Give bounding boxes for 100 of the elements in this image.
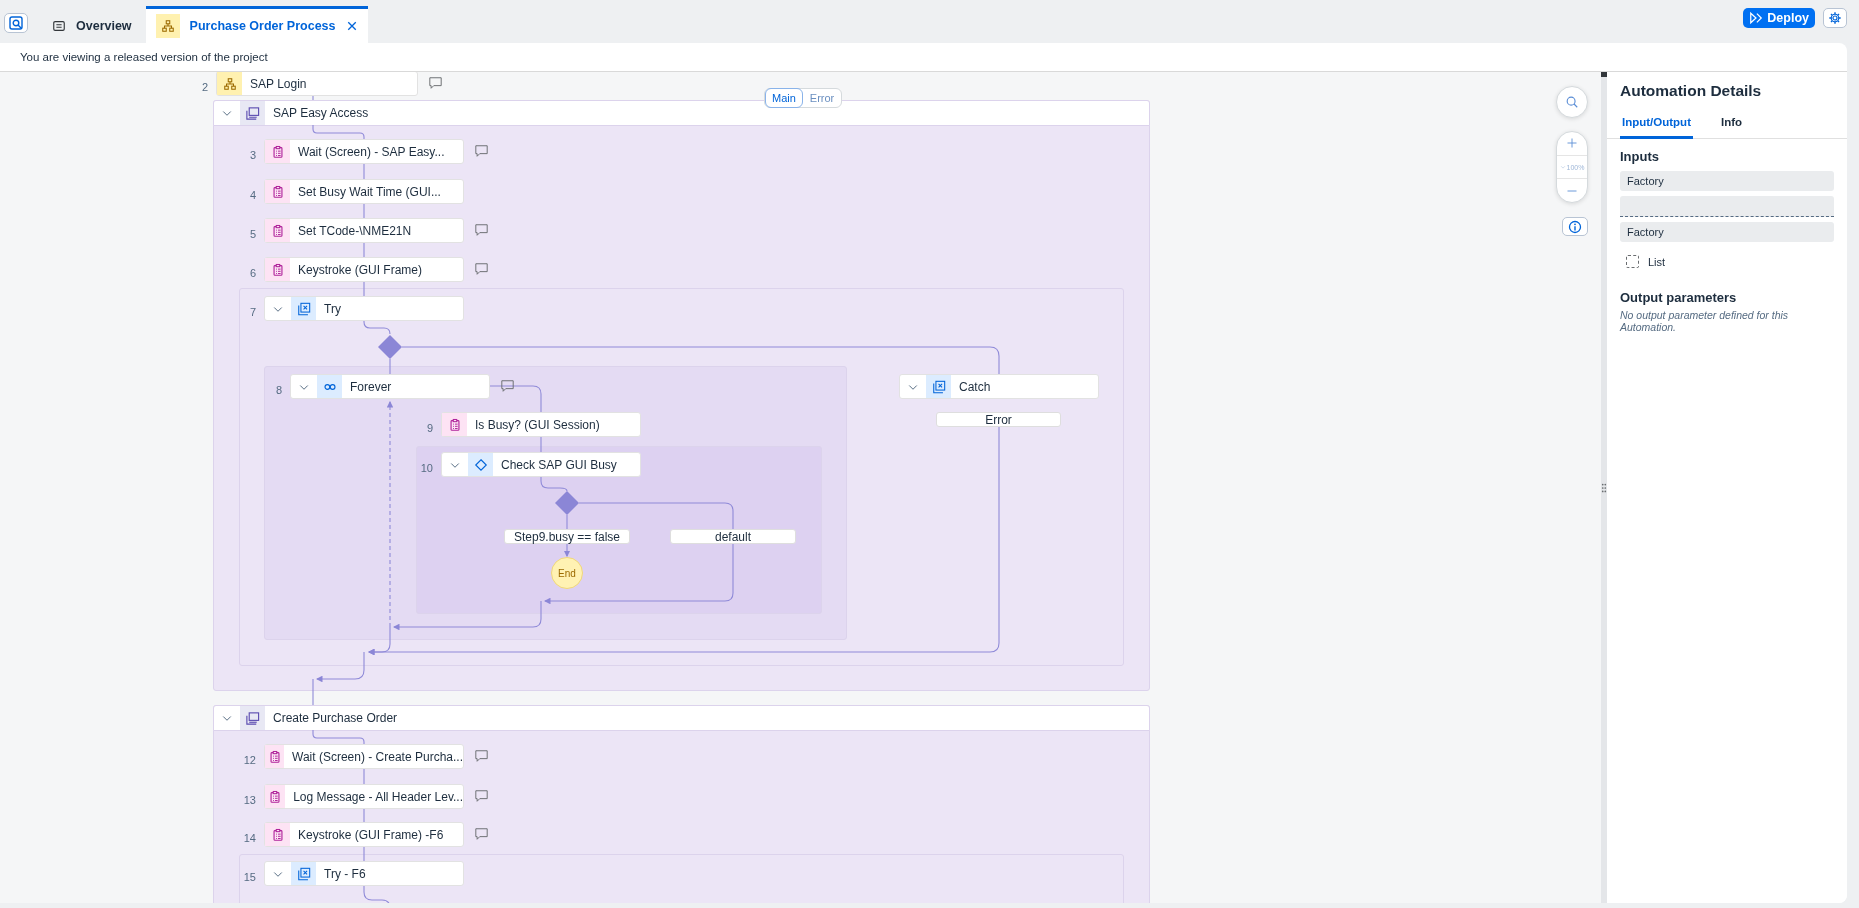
step-number: 3	[249, 149, 256, 161]
step-number: 8	[275, 384, 282, 396]
panel-title: Automation Details	[1619, 81, 1763, 100]
node-label: Is Busy? (GUI Session)	[474, 417, 600, 432]
panel-tab[interactable]: Input/Output	[1620, 110, 1693, 139]
node-label: Try - F6	[323, 866, 366, 881]
connector-line	[389, 358, 391, 375]
group-title: Create Purchase Order	[272, 711, 398, 725]
tab[interactable]: Purchase Order Process	[145, 6, 368, 43]
node-label: Wait (Screen) - Create Purcha...	[291, 749, 463, 764]
step-number: 15	[243, 871, 256, 883]
input-field[interactable]	[1620, 196, 1834, 217]
branch-label: Error	[936, 412, 1061, 427]
clipboard-icon	[265, 258, 290, 281]
info-icon	[1568, 219, 1582, 234]
hierarchy-icon	[155, 14, 180, 38]
step-number: 7	[249, 306, 256, 318]
clipboard-icon	[265, 140, 290, 163]
hierarchy-icon	[217, 72, 242, 95]
comment-icon[interactable]	[474, 789, 489, 803]
node-label: Keystroke (GUI Frame) -F6	[297, 827, 444, 842]
type-field[interactable]: Factory	[1620, 222, 1834, 242]
clipboard-icon	[265, 745, 285, 768]
try-icon	[291, 862, 316, 885]
flow-node[interactable]: Is Busy? (GUI Session)	[441, 412, 641, 437]
settings-icon	[1828, 11, 1842, 25]
plus-icon	[1566, 137, 1578, 150]
comment-icon[interactable]	[474, 144, 489, 158]
flow-node[interactable]: Wait (Screen) - SAP Easy...	[264, 139, 464, 164]
view-toggle-button[interactable]: Main	[765, 88, 803, 108]
step-number: 12	[243, 754, 256, 766]
step-number: 4	[249, 189, 256, 201]
flow-node[interactable]: Check SAP GUI Busy	[441, 452, 641, 477]
connector-line	[540, 476, 568, 492]
try-icon	[926, 375, 951, 398]
try-icon	[291, 297, 316, 320]
connector-line	[489, 385, 542, 413]
step-number: 2	[201, 81, 208, 93]
section-heading: Output parameters	[1620, 290, 1738, 305]
panel-tab[interactable]: Info	[1719, 110, 1745, 139]
input-field[interactable]: Factory	[1620, 171, 1834, 191]
empty-message: No output parameter defined for this Automation.	[1620, 309, 1790, 333]
flow-node[interactable]: Set Busy Wait Time (GUI...	[264, 179, 464, 204]
settings-button[interactable]	[1823, 8, 1847, 28]
branch-label: Step9.busy == false	[504, 529, 630, 544]
list-icon	[52, 19, 66, 33]
comment-icon[interactable]	[474, 827, 489, 841]
step-number: 5	[249, 228, 256, 240]
node-label: Forever	[349, 379, 392, 394]
group-title: SAP Easy Access	[272, 106, 369, 120]
tab-label: Overview	[76, 19, 132, 33]
clipboard-icon	[265, 219, 290, 242]
node-label: Log Message - All Header Lev...	[292, 789, 463, 804]
clipboard-icon	[265, 785, 286, 808]
node-label: Catch	[958, 379, 991, 394]
arrow-connector	[315, 651, 365, 683]
connector-line	[312, 678, 314, 706]
flow-node[interactable]: Forever	[290, 374, 490, 399]
node-label: Check SAP GUI Busy	[500, 457, 617, 472]
checkbox[interactable]	[1626, 255, 1639, 268]
deploy-button[interactable]: Deploy	[1743, 8, 1815, 28]
step-number: 14	[243, 832, 256, 844]
step-number: 13	[243, 794, 256, 806]
group-header[interactable]: Create Purchase Order	[213, 705, 1150, 731]
step-number: 10	[420, 462, 433, 474]
comment-icon[interactable]	[474, 223, 489, 237]
search-icon	[8, 15, 24, 31]
checkbox-label: List	[1648, 255, 1666, 268]
flow-node[interactable]: Try	[264, 296, 464, 321]
flow-node[interactable]: Keystroke (GUI Frame) -F6	[264, 822, 464, 847]
close-icon[interactable]	[345, 20, 358, 32]
flow-node[interactable]: SAP Login	[216, 72, 418, 96]
loop-icon	[317, 375, 342, 398]
info-button[interactable]	[1562, 217, 1588, 236]
comment-icon[interactable]	[474, 749, 489, 763]
flow-node[interactable]: Keystroke (GUI Frame)	[264, 257, 464, 282]
decision-diamond	[378, 335, 402, 359]
tab-label: Purchase Order Process	[189, 19, 336, 33]
search-button[interactable]	[4, 13, 28, 33]
tab[interactable]: Overview	[38, 6, 146, 43]
flow-node[interactable]: Catch	[899, 374, 1099, 399]
node-label: Set Busy Wait Time (GUI...	[297, 184, 441, 199]
connector-line	[540, 436, 542, 453]
branch-label: default	[670, 529, 796, 544]
clipboard-icon	[265, 180, 290, 203]
clipboard-icon	[265, 823, 290, 846]
comment-icon[interactable]	[474, 262, 489, 276]
comment-icon[interactable]	[428, 76, 443, 90]
flow-node[interactable]: Log Message - All Header Lev...	[264, 784, 464, 809]
node-label: Try	[323, 301, 341, 316]
step-number: 6	[249, 267, 256, 279]
search-icon	[1565, 95, 1579, 109]
comment-icon[interactable]	[500, 379, 515, 393]
node-label: SAP Login	[249, 76, 307, 91]
decision-diamond	[555, 491, 579, 515]
clipboard-icon	[442, 413, 467, 436]
flow-node[interactable]: Wait (Screen) - Create Purcha...	[264, 744, 464, 769]
node-label: Set TCode-\NME21N	[297, 223, 412, 238]
flow-node[interactable]: Try - F6	[264, 861, 464, 886]
flow-node[interactable]: Set TCode-\NME21N	[264, 218, 464, 243]
